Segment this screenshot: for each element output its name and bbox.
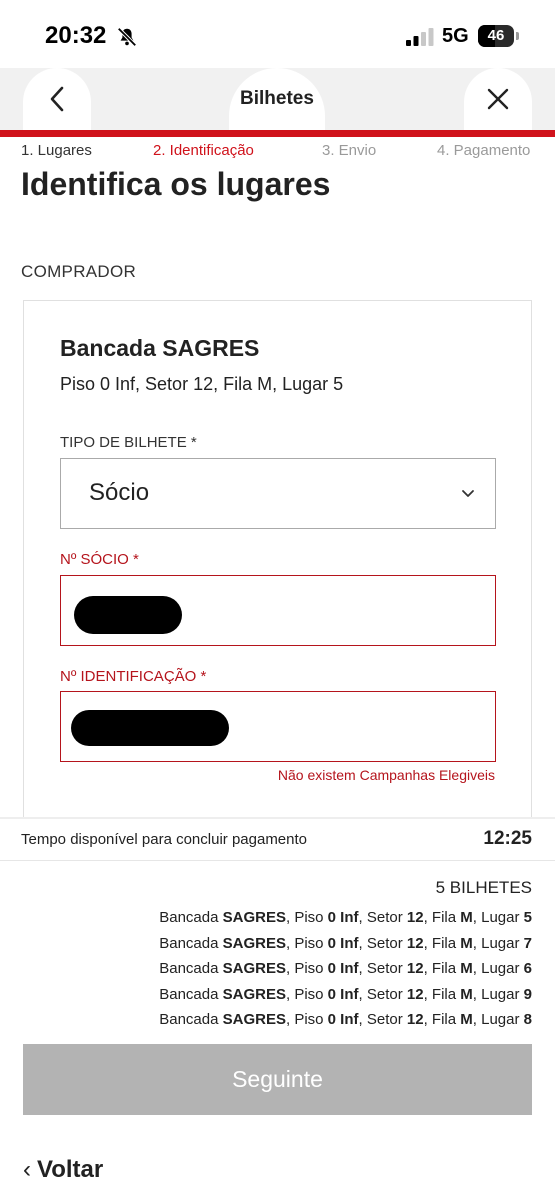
next-button[interactable]: Seguinte [23,1044,532,1115]
progress-steps: 1. Lugares 2. Identificação 3. Envio 4. … [0,142,555,164]
tickets-count: 5 BILHETES [435,878,532,897]
bell-muted-icon [117,27,137,47]
chevron-left-icon: ‹ [23,1156,31,1183]
back-link[interactable]: ‹ Voltar [23,1156,103,1184]
status-bar: 20:32 5G 46 [0,0,555,68]
page-title: Identifica os lugares [21,166,331,202]
battery-tip [516,32,519,40]
member-number-label: Nº SÓCIO * [60,551,139,568]
step-lugares[interactable]: 1. Lugares [21,142,92,159]
ticket-type-label: TIPO DE BILHETE * [60,434,197,451]
section-label: COMPRADOR [21,262,137,281]
step-identificacao: 2. Identificação [153,142,254,159]
chevron-down-icon [462,490,474,497]
list-item: Bancada SAGRES, Piso 0 Inf, Setor 12, Fi… [159,934,532,952]
list-item: Bancada SAGRES, Piso 0 Inf, Setor 12, Fi… [159,960,532,977]
list-item: Bancada SAGRES, Piso 0 Inf, Setor 12, Fi… [159,1011,532,1028]
id-number-input[interactable] [60,691,496,762]
timer-label: Tempo disponível para concluir pagamento [21,831,308,848]
header: Bilhetes [0,68,555,130]
timer-row: Tempo disponível para concluir pagamento… [0,819,555,861]
battery-icon: 46 [478,25,514,47]
chevron-left-icon [50,86,64,112]
close-icon [487,88,509,110]
step-pagamento: 4. Pagamento [437,142,531,159]
error-message: Não existem Campanhas Elegiveis [277,767,495,783]
timer-value: 12:25 [483,828,532,849]
member-number-input[interactable] [60,575,496,646]
header-accent-line [0,130,555,137]
ticket-type-select[interactable]: Sócio [60,458,496,529]
ticket-type-value: Sócio [89,479,150,506]
back-button[interactable] [23,68,91,130]
step-envio: 3. Envio [322,142,377,159]
redacted-value [74,596,182,634]
signal-icon [406,28,434,46]
status-time: 20:32 [45,22,107,49]
close-button[interactable] [464,68,532,130]
seat-card: Bancada SAGRES Piso 0 Inf, Setor 12, Fil… [23,300,532,830]
card-subtitle: Piso 0 Inf, Setor 12, Fila M, Lugar 5 [60,374,344,394]
list-item: Bancada SAGRES, Piso 0 Inf, Setor 12, Fi… [159,909,532,926]
card-title: Bancada SAGRES [60,335,260,361]
id-number-label: Nº IDENTIFICAÇÃO * [60,668,207,685]
header-title: Bilhetes [229,68,325,130]
network-label: 5G [442,25,469,47]
battery-level: 46 [487,27,505,44]
back-link-label: Voltar [37,1156,104,1183]
ticket-list: Bancada SAGRES, Piso 0 Inf, Setor 12, Fi… [159,905,532,1033]
checkout-panel: Tempo disponível para concluir pagamento… [0,817,555,1200]
redacted-value [71,710,229,746]
list-item: Bancada SAGRES, Piso 0 Inf, Setor 12, Fi… [159,985,532,1003]
